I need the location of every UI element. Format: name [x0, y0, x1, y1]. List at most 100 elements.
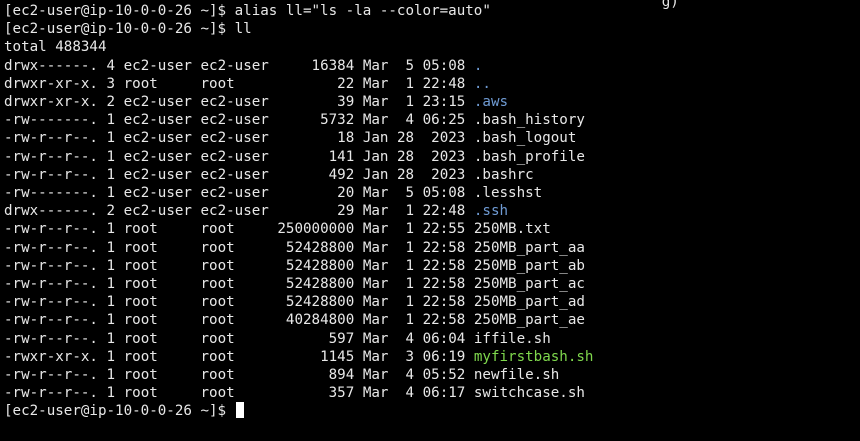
mod-time: 22:48	[422, 203, 466, 220]
file-size: 16384	[277, 57, 355, 74]
file-group: ec2-user	[200, 94, 269, 110]
file-permissions: -rw-r--r--.	[4, 257, 98, 274]
file-group: root	[200, 221, 269, 238]
listing-row: drwxr-xr-x. 3 root root 22 Mar 1 22:48 .…	[4, 75, 491, 93]
mod-month: Mar	[362, 221, 389, 238]
mod-month: Mar	[362, 312, 389, 329]
mod-month: Jan	[362, 130, 389, 147]
link-count: 1	[106, 112, 116, 129]
mod-time: 22:58	[422, 257, 466, 274]
file-group: root	[200, 330, 269, 347]
mod-day: 28	[396, 148, 415, 165]
file-permissions: drwx------.	[4, 203, 98, 220]
link-count: 1	[106, 257, 116, 274]
mod-time: 22:48	[422, 75, 466, 92]
link-count: 1	[106, 166, 116, 183]
file-size: 894	[277, 367, 355, 383]
mod-day: 3	[396, 348, 415, 365]
link-count: 1	[106, 348, 116, 365]
file-permissions: drwxr-xr-x.	[4, 94, 98, 110]
file-size: 141	[277, 148, 355, 165]
listing-total: total 488344	[4, 39, 107, 56]
file-group: root	[200, 276, 269, 292]
file-permissions: -rw-------.	[4, 185, 98, 201]
file-owner: ec2-user	[123, 148, 192, 165]
file-name: .aws	[473, 94, 509, 110]
mod-day: 28	[396, 130, 415, 147]
link-count: 1	[106, 385, 116, 402]
file-permissions: drwx------.	[4, 57, 98, 74]
terminal-window[interactable]: g) [ec2-user@ip-10-0-0-26 ~]$ alias ll="…	[0, 0, 860, 441]
file-size: 29	[277, 203, 355, 220]
mod-time: 05:08	[422, 185, 466, 201]
mod-day: 1	[396, 312, 415, 329]
file-name: 250MB_part_ae	[473, 312, 585, 329]
listing-row: -rw-r--r--. 1 root root 894 Mar 4 05:52 …	[4, 366, 559, 384]
link-count: 1	[106, 312, 116, 329]
listing-row: -rw-r--r--. 1 ec2-user ec2-user 18 Jan 2…	[4, 129, 576, 147]
text-cursor	[235, 402, 244, 419]
file-owner: ec2-user	[123, 203, 192, 220]
mod-month: Mar	[362, 239, 389, 256]
link-count: 1	[106, 367, 116, 383]
link-count: 1	[106, 239, 116, 256]
mod-day: 1	[396, 203, 415, 220]
mod-time: 05:52	[422, 367, 466, 383]
mod-day: 4	[396, 112, 415, 129]
file-size: 5732	[277, 112, 355, 129]
file-owner: ec2-user	[123, 130, 192, 147]
file-owner: root	[123, 294, 192, 311]
file-name: 250MB_part_aa	[473, 239, 585, 256]
file-size: 52428800	[277, 257, 355, 274]
file-group: root	[200, 348, 269, 365]
file-size: 1145	[277, 348, 355, 365]
link-count: 1	[106, 221, 116, 238]
file-permissions: -rw-r--r--.	[4, 130, 98, 147]
file-name: 250MB.txt	[473, 221, 551, 238]
listing-row: -rw-r--r--. 1 root root 597 Mar 4 06:04 …	[4, 330, 551, 348]
mod-time: 22:58	[422, 239, 466, 256]
shell-prompt: [ec2-user@ip-10-0-0-26 ~]$	[4, 403, 235, 420]
command-text: alias ll="ls -la --color=auto"	[234, 3, 491, 19]
listing-row: -rw-r--r--. 1 root root 52428800 Mar 1 2…	[4, 257, 585, 275]
listing-row: drwx------. 4 ec2-user ec2-user 16384 Ma…	[4, 57, 482, 75]
listing-row: -rw-r--r--. 1 root root 40284800 Mar 1 2…	[4, 311, 585, 329]
listing-row: -rw-r--r--. 1 ec2-user ec2-user 492 Jan …	[4, 166, 534, 184]
file-size: 40284800	[277, 312, 355, 329]
file-owner: root	[123, 367, 192, 383]
mod-day: 1	[396, 239, 415, 256]
listing-row: -rwxr-xr-x. 1 root root 1145 Mar 3 06:19…	[4, 348, 593, 366]
active-prompt-line[interactable]: [ec2-user@ip-10-0-0-26 ~]$	[4, 402, 244, 420]
file-group: ec2-user	[200, 130, 269, 147]
file-owner: root	[123, 312, 192, 329]
mod-day: 4	[396, 385, 415, 402]
file-group: root	[200, 239, 269, 256]
mod-time: 22:58	[422, 312, 466, 329]
file-owner: root	[123, 221, 192, 238]
file-group: ec2-user	[200, 185, 269, 201]
file-permissions: -rw-r--r--.	[4, 294, 98, 311]
listing-row: -rw-r--r--. 1 root root 52428800 Mar 1 2…	[4, 293, 585, 311]
file-owner: ec2-user	[123, 94, 192, 110]
link-count: 3	[106, 75, 116, 92]
link-count: 1	[106, 294, 116, 311]
file-owner: root	[123, 75, 192, 92]
file-permissions: -rw-r--r--.	[4, 367, 98, 383]
mod-day: 1	[396, 221, 415, 238]
mod-time: 06:19	[422, 348, 466, 365]
mod-month: Mar	[362, 330, 389, 347]
file-size: 597	[277, 330, 355, 347]
file-group: ec2-user	[200, 203, 269, 220]
file-name: myfirstbash.sh	[473, 348, 594, 365]
mod-month: Mar	[362, 57, 389, 74]
file-permissions: drwxr-xr-x.	[4, 75, 98, 92]
shell-prompt: [ec2-user@ip-10-0-0-26 ~]$	[4, 21, 235, 38]
mod-time: 05:08	[422, 57, 466, 74]
mod-month: Mar	[362, 348, 389, 365]
file-name: 250MB_part_ac	[473, 276, 585, 292]
file-size: 52428800	[277, 239, 355, 256]
command-text: ll	[234, 21, 252, 38]
mod-day: 1	[396, 94, 415, 110]
link-count: 1	[106, 148, 116, 165]
mod-day: 4	[396, 330, 415, 347]
